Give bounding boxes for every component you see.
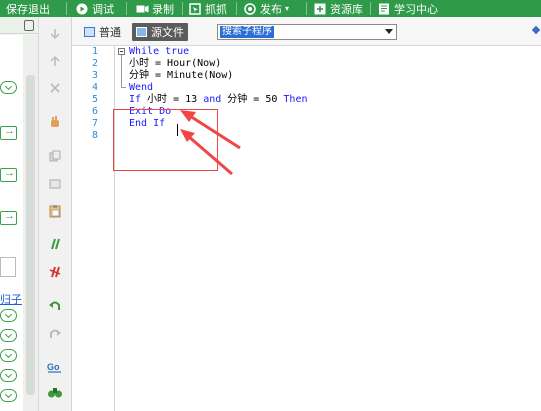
main-area: 普通 源文件 搜索子程序 1 2 3 4 5 6 7 8 While true 小… bbox=[72, 17, 541, 411]
toolbar-divider bbox=[182, 2, 183, 15]
subroutine-select-value: 搜索子程序 bbox=[220, 26, 274, 38]
publish-icon bbox=[244, 2, 256, 15]
uncomment-icon[interactable] bbox=[48, 265, 62, 279]
chevron-down-icon: ▾ bbox=[285, 4, 290, 13]
code-editor[interactable]: 1 2 3 4 5 6 7 8 While true 小时 = Hour(Now)… bbox=[72, 46, 541, 411]
toolbar-label-debug: 调试 bbox=[92, 3, 114, 16]
arrow-button[interactable] bbox=[0, 167, 17, 182]
left-panel-header bbox=[0, 17, 38, 34]
comment-icon[interactable] bbox=[48, 237, 62, 251]
record-button[interactable]: 录制 bbox=[136, 0, 174, 17]
find-icon[interactable] bbox=[47, 385, 63, 399]
expand-button[interactable] bbox=[0, 349, 17, 362]
learning-center-button[interactable]: 学习中心 bbox=[378, 0, 438, 17]
tab-source-label: 源文件 bbox=[151, 27, 184, 39]
record-icon bbox=[136, 3, 149, 15]
arrow-button[interactable] bbox=[0, 125, 17, 140]
toolbar-label-publish: 发布 bbox=[260, 3, 282, 16]
delete-icon[interactable] bbox=[48, 81, 62, 95]
expand-button[interactable] bbox=[0, 369, 17, 382]
toolbar-divider bbox=[236, 2, 237, 15]
hand-icon[interactable] bbox=[48, 115, 62, 129]
main-toolbar: 保存退出 调试 录制 抓抓 发布 ▾ 资源库 学习中心 bbox=[0, 0, 541, 17]
annotation-arrow bbox=[180, 110, 241, 150]
pin-icon[interactable] bbox=[24, 20, 34, 31]
toolbar-label-record: 录制 bbox=[152, 3, 174, 16]
play-icon bbox=[76, 3, 88, 15]
capture-icon bbox=[189, 2, 201, 15]
chevron-down-icon bbox=[385, 29, 393, 34]
left-panel: 归子 bbox=[0, 17, 39, 411]
capture-button[interactable]: 抓抓 bbox=[189, 0, 227, 17]
goto-icon[interactable]: Go bbox=[47, 360, 63, 374]
save-exit-button[interactable]: 保存退出 bbox=[6, 0, 50, 17]
arrow-button[interactable] bbox=[0, 210, 17, 225]
subroutine-select[interactable]: 搜索子程序 bbox=[217, 24, 397, 40]
expand-button[interactable] bbox=[0, 329, 17, 342]
learning-icon bbox=[378, 3, 390, 15]
scrollbar-thumb[interactable] bbox=[26, 75, 35, 395]
tab-normal[interactable]: 普通 bbox=[80, 23, 125, 41]
view-tabbar: 普通 源文件 搜索子程序 bbox=[72, 17, 541, 46]
expand-button[interactable] bbox=[0, 309, 17, 322]
annotation-arrows bbox=[180, 110, 241, 176]
toolbar-divider bbox=[306, 2, 307, 15]
arrow-up-icon[interactable] bbox=[48, 54, 62, 68]
debug-button[interactable]: 调试 bbox=[76, 0, 114, 17]
toolbar-label-capture: 抓抓 bbox=[205, 3, 227, 16]
svg-text:Go: Go bbox=[47, 362, 60, 372]
toolbar-label-save-exit: 保存退出 bbox=[6, 3, 50, 16]
undo-icon[interactable] bbox=[48, 299, 62, 313]
diamond-icon bbox=[531, 25, 541, 35]
left-panel-content: 归子 bbox=[0, 35, 24, 411]
paste-icon[interactable] bbox=[48, 204, 62, 218]
left-panel-link[interactable]: 归子 bbox=[0, 291, 22, 307]
source-file-icon bbox=[136, 27, 147, 37]
resource-library-button[interactable]: 资源库 bbox=[314, 0, 363, 17]
plus-box-icon bbox=[314, 3, 326, 15]
normal-view-icon bbox=[84, 27, 95, 37]
arrow-down-icon[interactable] bbox=[48, 27, 62, 41]
tab-source[interactable]: 源文件 bbox=[132, 23, 188, 41]
annotation-arrow bbox=[180, 129, 233, 176]
expand-button[interactable] bbox=[0, 389, 17, 402]
toolbar-label-learning: 学习中心 bbox=[394, 3, 438, 16]
toolbar-divider bbox=[370, 2, 371, 15]
tab-normal-label: 普通 bbox=[99, 27, 121, 39]
left-panel-scrollbar[interactable] bbox=[23, 35, 38, 411]
redo-icon[interactable] bbox=[48, 327, 62, 341]
left-panel-input[interactable] bbox=[0, 257, 16, 277]
editor-tool-strip: Go bbox=[39, 17, 72, 411]
toolbar-label-resource: 资源库 bbox=[330, 3, 363, 16]
toolbar-divider bbox=[126, 2, 127, 15]
copy-icon[interactable] bbox=[48, 149, 62, 163]
toolbar-divider bbox=[66, 2, 67, 15]
expand-button[interactable] bbox=[0, 81, 17, 94]
publish-button[interactable]: 发布 ▾ bbox=[244, 0, 289, 17]
cut-icon[interactable] bbox=[48, 177, 62, 191]
